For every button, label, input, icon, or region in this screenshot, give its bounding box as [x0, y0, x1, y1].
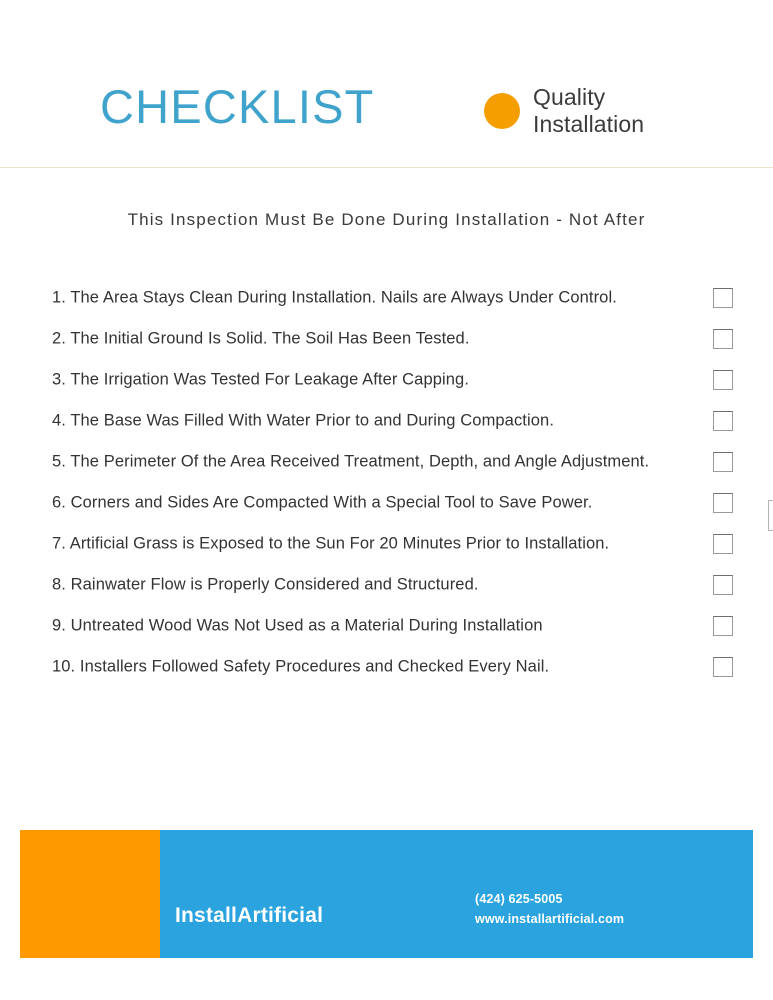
- brand-name: Quality Installation: [533, 84, 644, 138]
- footer-orange-block: [20, 830, 160, 958]
- list-item[interactable]: 4. The Base Was Filled With Water Prior …: [0, 400, 773, 441]
- list-item[interactable]: 1. The Area Stays Clean During Installat…: [0, 277, 773, 318]
- checkbox[interactable]: [713, 451, 733, 472]
- list-item-label: 4. The Base Was Filled With Water Prior …: [52, 411, 554, 429]
- document-header: CHECKLIST Quality Installation: [0, 0, 773, 168]
- list-item[interactable]: 8. Rainwater Flow is Properly Considered…: [0, 564, 773, 605]
- list-item[interactable]: 3. The Irrigation Was Tested For Leakage…: [0, 359, 773, 400]
- brand-logo: Quality Installation: [484, 84, 644, 138]
- page-title: CHECKLIST: [100, 80, 375, 133]
- list-item-label: 3. The Irrigation Was Tested For Leakage…: [52, 370, 470, 388]
- footer-contact: (424) 625-5005 www.installartificial.com: [475, 892, 624, 926]
- page-edge-artifact: [768, 500, 773, 531]
- list-item[interactable]: 2. The Initial Ground Is Solid. The Soil…: [0, 318, 773, 359]
- checkbox[interactable]: [713, 615, 733, 636]
- document-footer: InstallArtificial (424) 625-5005 www.ins…: [0, 830, 773, 958]
- list-item[interactable]: 9. Untreated Wood Was Not Used as a Mate…: [0, 605, 773, 646]
- list-item-label: 7. Artificial Grass is Exposed to the Su…: [52, 534, 610, 552]
- brand-line-installation: Installation: [533, 110, 645, 137]
- brand-line-quality: Quality: [533, 84, 606, 110]
- checkbox[interactable]: [713, 533, 733, 554]
- list-item[interactable]: 6. Corners and Sides Are Compacted With …: [0, 482, 773, 523]
- footer-website[interactable]: www.installartificial.com: [475, 912, 624, 926]
- checkbox[interactable]: [713, 656, 733, 677]
- checkbox[interactable]: [713, 328, 733, 349]
- list-item-label: 2. The Initial Ground Is Solid. The Soil…: [52, 329, 470, 347]
- checkbox[interactable]: [713, 574, 733, 595]
- header-divider: [0, 167, 773, 168]
- checkbox[interactable]: [713, 287, 733, 308]
- list-item[interactable]: 7. Artificial Grass is Exposed to the Su…: [0, 523, 773, 564]
- footer-blue-block: [160, 830, 753, 958]
- list-item[interactable]: 5. The Perimeter Of the Area Received Tr…: [0, 441, 773, 482]
- checkbox[interactable]: [713, 369, 733, 390]
- orange-circle-icon: [484, 92, 520, 129]
- inspection-note: This Inspection Must Be Done During Inst…: [127, 210, 646, 229]
- checkbox[interactable]: [713, 410, 733, 431]
- list-item-label: 1. The Area Stays Clean During Installat…: [52, 288, 617, 306]
- list-item-label: 8. Rainwater Flow is Properly Considered…: [52, 575, 479, 593]
- list-item-label: 6. Corners and Sides Are Compacted With …: [52, 493, 593, 511]
- checkbox[interactable]: [713, 492, 733, 513]
- footer-company-name: InstallArtificial: [175, 904, 324, 927]
- footer-phone[interactable]: (424) 625-5005: [475, 892, 624, 906]
- list-item[interactable]: 10. Installers Followed Safety Procedure…: [0, 646, 773, 687]
- list-item-label: 10. Installers Followed Safety Procedure…: [52, 657, 550, 675]
- checklist-list: 1. The Area Stays Clean During Installat…: [0, 277, 773, 687]
- list-item-label: 9. Untreated Wood Was Not Used as a Mate…: [52, 616, 543, 634]
- list-item-label: 5. The Perimeter Of the Area Received Tr…: [52, 452, 650, 470]
